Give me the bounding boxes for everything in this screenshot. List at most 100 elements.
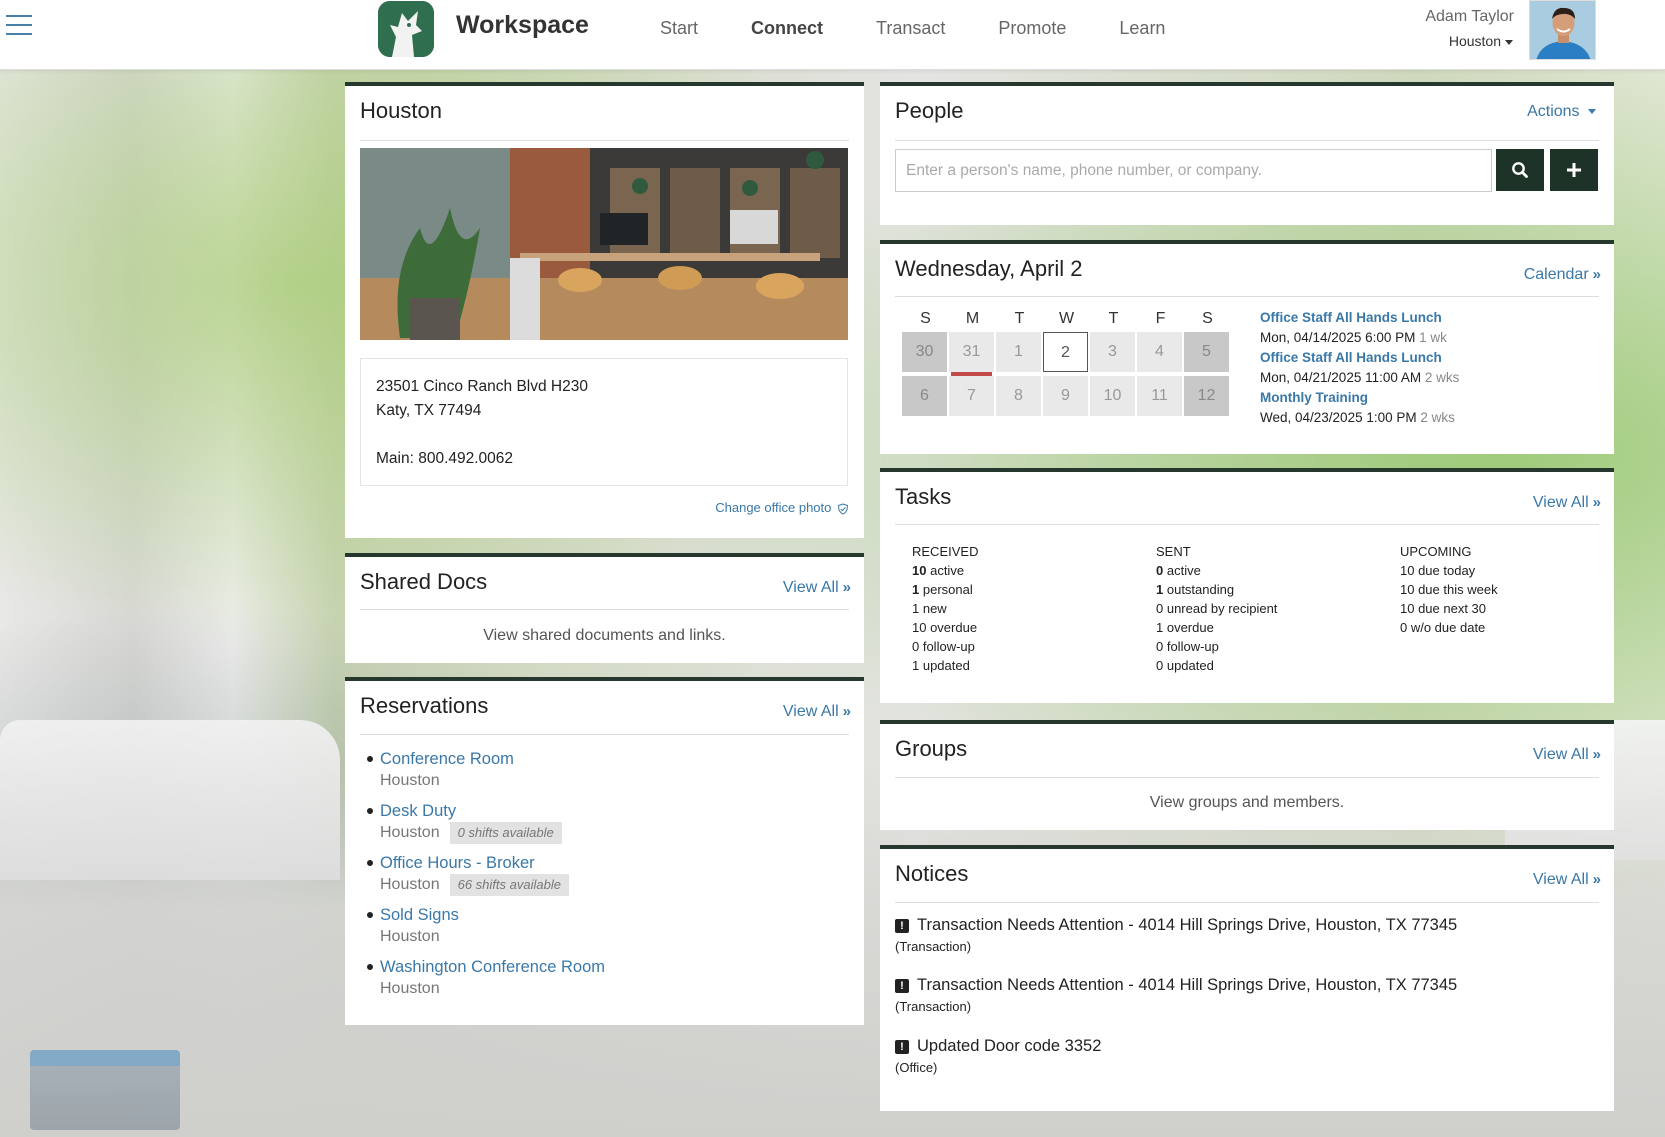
calendar-day[interactable]: 3	[1090, 332, 1135, 372]
tasks-upcoming: UPCOMING 10 due today 10 due this week 1…	[1400, 542, 1498, 637]
calendar-day[interactable]: 8	[996, 376, 1041, 416]
sent-updated[interactable]: 0 updated	[1156, 656, 1277, 675]
reservation-location: Houston	[380, 980, 440, 997]
weekday: M	[965, 310, 980, 327]
shield-check-icon	[837, 503, 849, 515]
notice-item[interactable]: ! Transaction Needs Attention - 4014 Hill…	[895, 916, 1457, 954]
event-time: Mon, 04/21/2025 11:00 AM 2 wks	[1260, 368, 1459, 388]
actions-dropdown[interactable]: Actions	[1527, 103, 1596, 121]
office-panel: Houston 23501 Cinco Ranch Blvd H230 Katy…	[345, 82, 864, 538]
people-search-input[interactable]	[895, 149, 1492, 192]
upcoming-week[interactable]: 10 due this week	[1400, 580, 1498, 599]
calendar-day[interactable]: 7	[949, 376, 994, 416]
top-bar: Workspace Start Connect Transact Promote…	[0, 0, 1665, 70]
actions-label: Actions	[1527, 103, 1580, 120]
user-name[interactable]: Adam Taylor	[1425, 8, 1514, 26]
calendar-day[interactable]: 1	[996, 332, 1041, 372]
shared-docs-view-all[interactable]: View All»	[783, 579, 851, 597]
sent-unread[interactable]: 0 unread by recipient	[1156, 599, 1277, 618]
caret-down-icon	[1588, 109, 1596, 115]
user-location-dropdown[interactable]: Houston	[1449, 33, 1513, 49]
calendar-day[interactable]: 12	[1184, 376, 1229, 416]
event-link[interactable]: Office Staff All Hands Lunch	[1260, 348, 1459, 368]
change-office-photo-link[interactable]: Change office photo	[715, 500, 849, 515]
calendar-day[interactable]: 5	[1184, 332, 1229, 372]
notice-item[interactable]: ! Transaction Needs Attention - 4014 Hill…	[895, 976, 1457, 1014]
received-overdue[interactable]: 10 overdue	[912, 618, 978, 637]
upcoming-today[interactable]: 10 due today	[1400, 561, 1498, 580]
sent-outstanding[interactable]: 1 outstanding	[1156, 580, 1277, 599]
double-chevron-right-icon: »	[842, 703, 851, 720]
notices-view-all[interactable]: View All»	[1532, 871, 1601, 889]
nav-learn[interactable]: Learn	[1119, 18, 1165, 39]
hamburger-icon[interactable]	[6, 15, 32, 37]
reservations-panel: Reservations View All» Conference Room H…	[345, 677, 864, 1025]
notice-category: (Transaction)	[895, 999, 972, 1014]
reservation-location: Houston	[380, 772, 440, 789]
notice-text: Transaction Needs Attention - 4014 Hill …	[917, 976, 1458, 994]
received-active[interactable]: 10 active	[912, 561, 978, 580]
event-link[interactable]: Office Staff All Hands Lunch	[1260, 308, 1459, 328]
calendar-link[interactable]: Calendar»	[1523, 266, 1601, 284]
received-new[interactable]: 1 new	[912, 599, 978, 618]
reservation-link[interactable]: Conference Room	[380, 750, 514, 768]
sent-follow-up[interactable]: 0 follow-up	[1156, 637, 1277, 656]
caret-down-icon	[1505, 39, 1513, 45]
calendar-date-title: Wednesday, April 2	[895, 256, 1083, 281]
sent-overdue[interactable]: 1 overdue	[1156, 618, 1277, 637]
received-personal[interactable]: 1 personal	[912, 580, 978, 599]
shared-docs-panel: Shared Docs View All» View shared docume…	[345, 553, 864, 663]
wolf-logo-icon[interactable]	[378, 1, 434, 57]
label: outstanding	[1166, 582, 1235, 597]
calendar-day[interactable]: 11	[1137, 376, 1182, 416]
event-datetime: Wed, 04/23/2025 1:00 PM	[1260, 410, 1417, 425]
view-all-label: View All	[1532, 871, 1589, 888]
tasks-panel: Tasks View All» RECEIVED 10 active 1 per…	[880, 468, 1614, 703]
nav-start[interactable]: Start	[660, 18, 698, 39]
notice-item[interactable]: ! Updated Door code 3352 (Office)	[895, 1037, 1101, 1075]
calendar-day[interactable]: 30	[902, 332, 947, 372]
nav-connect[interactable]: Connect	[751, 18, 823, 39]
reservations-view-all[interactable]: View All»	[783, 703, 851, 721]
plus-icon	[1567, 163, 1581, 177]
tasks-view-all[interactable]: View All»	[1533, 494, 1601, 512]
reservation-location: Houston	[380, 928, 440, 945]
address-line2: Katy, TX 77494	[376, 402, 482, 419]
reservation-link[interactable]: Washington Conference Room	[380, 958, 605, 976]
calendar-day[interactable]: 31	[949, 332, 994, 376]
double-chevron-right-icon: »	[1592, 746, 1601, 763]
sent-active[interactable]: 0 active	[1156, 561, 1277, 580]
add-person-button[interactable]	[1550, 149, 1598, 191]
calendar-day[interactable]: 6	[902, 376, 947, 416]
address-line1: 23501 Cinco Ranch Blvd H230	[376, 378, 588, 395]
reservation-location: Houston	[380, 824, 440, 841]
search-icon	[1512, 162, 1528, 178]
upcoming-next-30[interactable]: 10 due next 30	[1400, 599, 1498, 618]
upcoming-no-date[interactable]: 0 w/o due date	[1400, 618, 1498, 637]
main-nav: Start Connect Transact Promote Learn	[660, 18, 1218, 39]
received-updated[interactable]: 1 updated	[912, 656, 978, 675]
calendar-day[interactable]: 4	[1137, 332, 1182, 372]
calendar-day[interactable]: 9	[1043, 376, 1088, 416]
avatar[interactable]	[1529, 0, 1596, 60]
groups-view-all[interactable]: View All»	[1533, 746, 1601, 764]
reservation-link[interactable]: Desk Duty	[380, 802, 456, 820]
reservations-list: Conference Room Houston Desk Duty Housto…	[365, 748, 605, 1008]
list-item: Washington Conference Room Houston	[365, 956, 605, 1000]
nav-promote[interactable]: Promote	[998, 18, 1066, 39]
shifts-badge: 0 shifts available	[449, 822, 562, 844]
notice-category: (Transaction)	[895, 939, 972, 954]
weekday: W	[1058, 310, 1075, 327]
calendar-day[interactable]: 10	[1090, 376, 1135, 416]
received-follow-up[interactable]: 0 follow-up	[912, 637, 978, 656]
notice-category: (Office)	[895, 1060, 938, 1075]
calendar-link-label: Calendar	[1523, 266, 1589, 283]
nav-transact[interactable]: Transact	[876, 18, 945, 39]
reservation-link[interactable]: Sold Signs	[380, 906, 459, 924]
calendar-day-today[interactable]: 2	[1043, 332, 1088, 372]
reservation-link[interactable]: Office Hours - Broker	[380, 854, 535, 872]
event-datetime: Mon, 04/14/2025 6:00 PM	[1260, 330, 1416, 345]
search-button[interactable]	[1496, 149, 1544, 191]
weekday-header: S M T W T F S	[902, 310, 1231, 328]
event-link[interactable]: Monthly Training	[1260, 388, 1459, 408]
